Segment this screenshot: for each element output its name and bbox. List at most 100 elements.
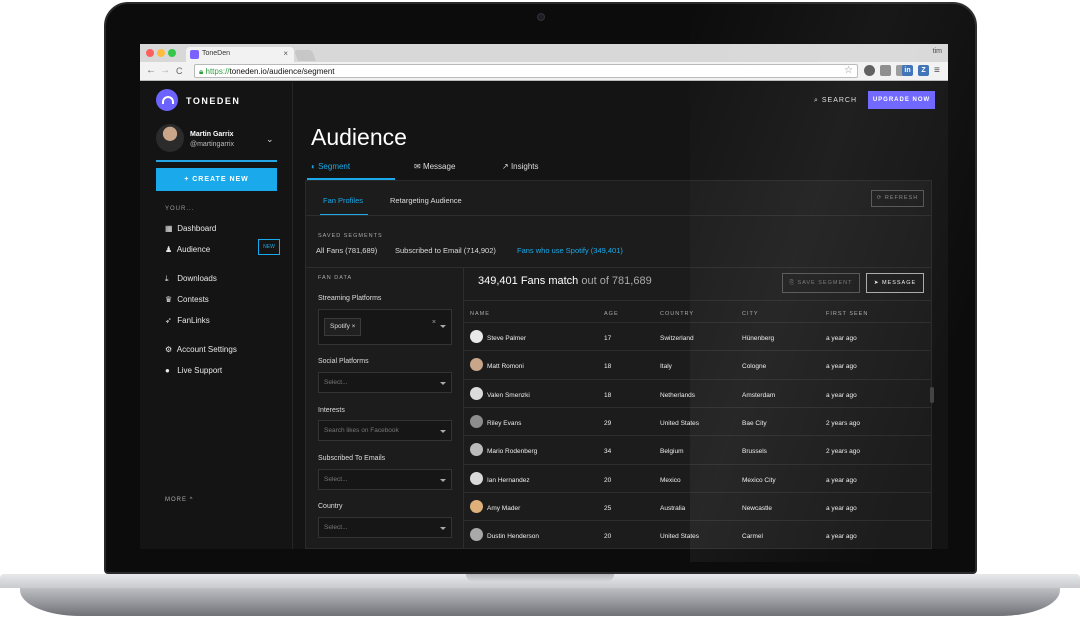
sidebar-item-fanlinks[interactable]: ➶ FanLinks: [165, 316, 210, 325]
sidebar-item-downloads[interactable]: ⤓ Downloads: [165, 274, 217, 284]
cell-first-seen: a year ago: [826, 335, 857, 342]
table-row[interactable]: Dustin Henderson 20 United States Carmel a y…: [464, 520, 931, 548]
segment-spotify-fans[interactable]: Fans who use Spotify (349,401): [517, 246, 623, 255]
cell-name: Ian Hernandez: [487, 476, 530, 484]
upgrade-now-button[interactable]: UPGRADE NOW: [868, 91, 935, 109]
subtab-retargeting-audience[interactable]: Retargeting Audience: [390, 196, 462, 205]
table-row[interactable]: Steve Palmer 17 Switzerland Hünenberg a year…: [464, 322, 931, 350]
browser-tab[interactable]: ToneDen ×: [186, 47, 294, 62]
more-toggle[interactable]: MORE ^: [165, 497, 193, 503]
user-avatar[interactable]: [156, 124, 184, 152]
divider: [464, 300, 931, 301]
url-scheme: https://: [205, 67, 230, 76]
sidebar-item-label: Dashboard: [177, 224, 217, 233]
column-header-city[interactable]: CITY: [742, 311, 759, 317]
table-row[interactable]: Matt Romoni 18 Italy Cologne a year ago: [464, 350, 931, 378]
forward-icon[interactable]: →: [160, 65, 170, 77]
close-window-dot[interactable]: [146, 49, 154, 57]
extension-z-icon[interactable]: Z: [918, 65, 929, 76]
cell-age: 18: [604, 391, 612, 399]
cell-name: Riley Evans: [487, 419, 522, 427]
column-header-name[interactable]: NAME: [470, 311, 490, 317]
fan-data-label: FAN DATA: [318, 275, 353, 281]
logo-text[interactable]: TONEDEN: [186, 96, 240, 106]
sidebar-item-dashboard[interactable]: ▦ Dashboard: [165, 224, 216, 233]
country-select[interactable]: Select...: [318, 517, 452, 538]
cell-first-seen: a year ago: [826, 533, 857, 541]
cell-country: Belgium: [660, 448, 684, 456]
sidebar-item-account-settings[interactable]: ⚙ Account Settings: [165, 345, 237, 354]
tab-title: ToneDen: [202, 50, 231, 57]
create-new-button[interactable]: + CREATE NEW: [156, 168, 277, 191]
fan-avatar: [470, 499, 483, 513]
cell-country: Italy: [660, 363, 672, 371]
zoom-window-dot[interactable]: [168, 49, 176, 57]
subscribed-emails-select[interactable]: Select...: [318, 469, 452, 490]
tab-segment[interactable]: ◐ Segment: [311, 162, 350, 171]
extension-linkedin-icon[interactable]: in: [902, 65, 913, 76]
search-button[interactable]: ⌕ SEARCH: [814, 97, 857, 105]
interests-select[interactable]: Search likes on Facebook: [318, 420, 452, 441]
cell-country: Australia: [660, 504, 686, 512]
chevron-down-icon[interactable]: ⌄: [266, 134, 274, 145]
divider: [306, 215, 931, 216]
refresh-button[interactable]: ⟳ REFRESH: [871, 190, 924, 207]
laptop-base: [0, 574, 1080, 620]
caret-down-icon: [440, 382, 446, 385]
download-icon: ⤓: [165, 274, 169, 283]
browser-menu-icon[interactable]: ≡: [934, 65, 940, 77]
streaming-platforms-label: Streaming Platforms: [318, 295, 382, 302]
cell-name: Valen Smenzki: [487, 391, 530, 399]
sidebar-item-audience[interactable]: ♟ Audience: [165, 245, 210, 254]
reload-icon[interactable]: C: [176, 65, 183, 77]
subtab-fan-profiles[interactable]: Fan Profiles: [323, 196, 363, 205]
chart-icon: ↗: [502, 162, 509, 171]
column-header-first-seen[interactable]: FIRST SEEN: [826, 311, 868, 317]
segment-all-fans[interactable]: All Fans (781,689): [316, 246, 377, 255]
caret-down-icon: [440, 430, 446, 433]
fan-avatar: [470, 386, 483, 400]
gear-icon: ⚙: [165, 345, 173, 354]
minimize-window-dot[interactable]: [157, 49, 165, 57]
extension-2-icon[interactable]: [880, 65, 891, 76]
tab-insights[interactable]: ↗ Insights: [502, 162, 539, 171]
social-platforms-select[interactable]: Select...: [318, 372, 452, 393]
message-button[interactable]: ➤ MESSAGE: [866, 273, 924, 293]
sidebar-item-contests[interactable]: ♛ Contests: [165, 295, 209, 304]
cell-city: Carmel: [742, 533, 763, 541]
segment-subscribed-email[interactable]: Subscribed to Email (714,902): [395, 246, 496, 255]
clear-icon[interactable]: ×: [432, 319, 436, 326]
table-row[interactable]: Ian Hernandez 20 Mexico Mexico City a year a…: [464, 463, 931, 492]
table-row[interactable]: Mario Rodenberg 34 Belgium Brussels 2 years …: [464, 435, 931, 463]
new-tab-button[interactable]: [293, 50, 317, 61]
select-placeholder: Select...: [324, 524, 348, 531]
subscribed-emails-label: Subscribed To Emails: [318, 455, 386, 462]
toneden-logo-icon[interactable]: [156, 89, 178, 111]
browser-user[interactable]: tim: [933, 48, 942, 55]
address-bar[interactable]: 🔒︎ https://toneden.io/audience/segment ☆: [194, 64, 858, 78]
bookmark-star-icon[interactable]: ☆: [844, 65, 853, 76]
toneden-favicon-icon: [190, 50, 199, 59]
table-row[interactable]: Valen Smenzki 18 Netherlands Amsterdam a yea…: [464, 378, 931, 407]
tab-close-icon[interactable]: ×: [283, 49, 288, 58]
extension-1-icon[interactable]: [864, 65, 875, 76]
cell-country: United States: [660, 419, 700, 427]
browser-tabbar: ToneDen × tim: [140, 44, 948, 62]
column-header-country[interactable]: COUNTRY: [660, 311, 694, 317]
back-icon[interactable]: ←: [146, 65, 156, 77]
cell-city: Hünenberg: [742, 335, 775, 342]
spotify-chip[interactable]: Spotify ×: [324, 318, 362, 336]
tab-message[interactable]: ✉ Message: [414, 162, 455, 171]
sidebar-item-live-support[interactable]: ● Live Support: [165, 366, 222, 375]
table-row[interactable]: Riley Evans 29 United States Bae City 2 year…: [464, 406, 931, 435]
save-segment-button[interactable]: ⎘ SAVE SEGMENT: [782, 273, 860, 293]
column-header-age[interactable]: AGE: [604, 311, 619, 317]
sidebar-item-label: Downloads: [177, 274, 217, 283]
rocket-icon: ➶: [165, 316, 172, 325]
table-row[interactable]: Amy Mader 25 Australia Newcastle a year ago: [464, 491, 931, 520]
cell-country: United States: [660, 533, 700, 541]
scrollbar-thumb[interactable]: [930, 387, 934, 403]
streaming-platforms-select[interactable]: Spotify × ×: [318, 309, 452, 345]
filter-panel: FAN DATA Streaming Platforms Spotify × ×…: [306, 267, 464, 549]
cell-age: 25: [604, 504, 612, 512]
